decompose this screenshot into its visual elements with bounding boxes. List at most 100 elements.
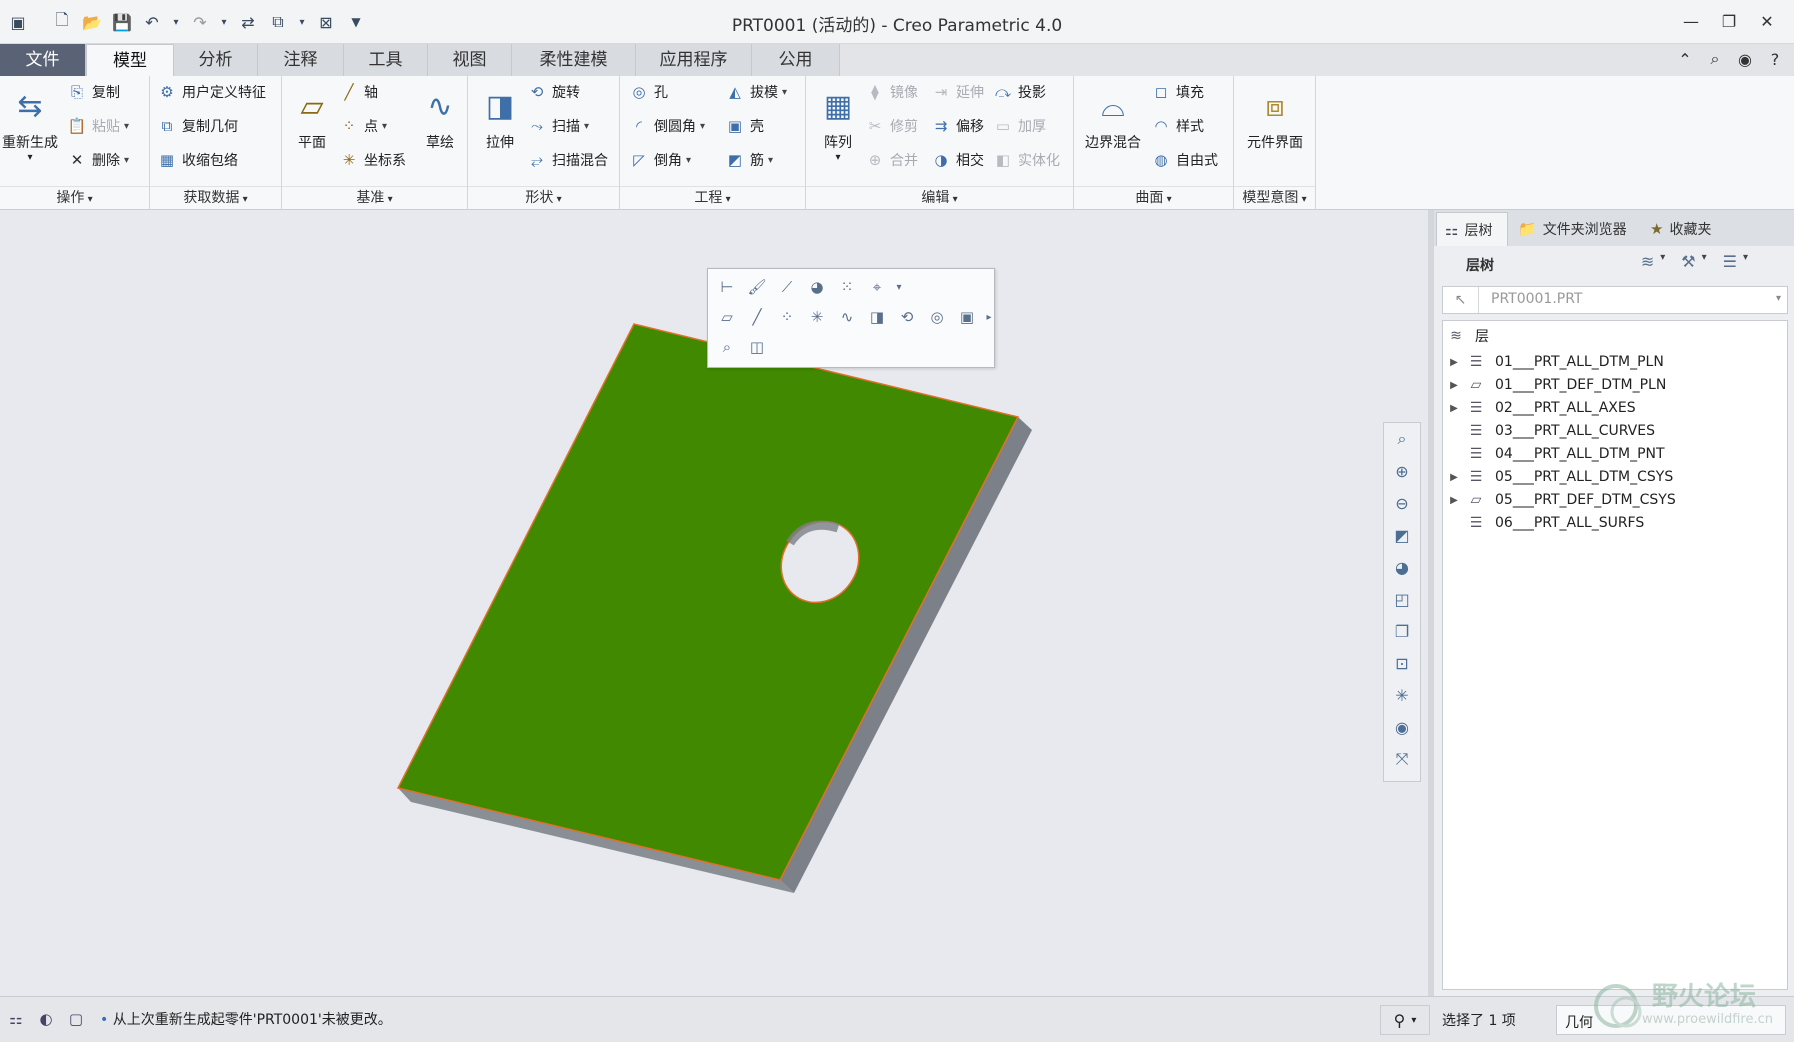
layer-settings-icon[interactable]: ☰ (1723, 252, 1737, 271)
tab-applications[interactable]: 应用程序 (636, 44, 752, 76)
refit-icon[interactable]: ⌕ (1384, 423, 1420, 455)
mini-more-icon[interactable]: ▸ (982, 303, 996, 331)
merge-button[interactable]: ⊕ 合并 (864, 146, 918, 174)
axis-small-icon[interactable]: ╱ (742, 303, 772, 331)
tab-annotate[interactable]: 注释 (258, 44, 344, 76)
regenerate-button[interactable]: ⇆ 重新生成 ▾ (0, 80, 60, 180)
group-datum-label[interactable]: 基准 (282, 186, 467, 208)
tab-view[interactable]: 视图 (428, 44, 512, 76)
component-small-icon[interactable]: ◫ (742, 333, 772, 361)
expand-arrow-icon[interactable]: ▶ (1443, 403, 1465, 414)
repaint-icon[interactable]: ◩ (1384, 519, 1420, 551)
expand-arrow-icon[interactable]: ▶ (1443, 380, 1465, 391)
layer-edit-icon[interactable]: ⚒ (1681, 252, 1695, 271)
close-button[interactable]: ✕ (1748, 8, 1786, 34)
csys-button[interactable]: ✳ 坐标系 (338, 146, 406, 174)
find-button[interactable]: ⚲ ▾ (1380, 1005, 1430, 1035)
group-model-intent-label[interactable]: 模型意图 (1234, 186, 1315, 208)
round-button[interactable]: ◜ 倒圆角 ▾ (628, 112, 705, 140)
fill-button[interactable]: ◻ 填充 (1150, 78, 1204, 106)
pattern-button[interactable]: ▦ 阵列 ▾ (810, 80, 866, 180)
zoom-out-icon[interactable]: ⊖ (1384, 487, 1420, 519)
group-editing-label[interactable]: 编辑 (806, 186, 1073, 208)
project-button[interactable]: ⤼ 投影 (992, 78, 1046, 106)
active-model-selector[interactable]: ↖ PRT0001.PRT ▾ (1442, 286, 1788, 314)
extrude-small-icon[interactable]: ◨ (862, 303, 892, 331)
extend-button[interactable]: ⇥ 延伸 (930, 78, 984, 106)
sketch-small-icon[interactable]: ∿ (832, 303, 862, 331)
paste-button[interactable]: 📋 粘贴 ▾ (66, 112, 129, 140)
draft-button[interactable]: ◭ 拔模 ▾ (724, 78, 787, 106)
nav-toggle-icon[interactable]: ⚏ (4, 1007, 28, 1031)
swept-blend-button[interactable]: ⥂ 扫描混合 (526, 146, 608, 174)
saved-orientations-icon[interactable]: ◰ (1384, 583, 1420, 615)
component-interface-button[interactable]: ⧈ 元件界面 (1238, 80, 1312, 180)
delete-button[interactable]: ✕ 删除 ▾ (66, 146, 129, 174)
solidify-button[interactable]: ◧ 实体化 (992, 146, 1060, 174)
zoom-fit-small-icon[interactable]: ⌕ (712, 333, 742, 361)
tab-tools[interactable]: 工具 (344, 44, 428, 76)
help-icon[interactable]: ? (1764, 48, 1786, 70)
layer-show-dropdown-icon[interactable]: ▾ (1660, 252, 1665, 271)
tree-root[interactable]: ≋ 层 (1443, 323, 1489, 349)
minimize-ribbon-icon[interactable]: ⌃ (1674, 48, 1696, 70)
tab-flexible-modeling[interactable]: 柔性建模 (512, 44, 636, 76)
view-manager-icon[interactable]: ❐ (1384, 615, 1420, 647)
group-shapes-label[interactable]: 形状 (468, 186, 619, 208)
tab-layer-tree[interactable]: ⚏ 层树 (1436, 212, 1508, 246)
shell-small-icon[interactable]: ▣ (952, 303, 982, 331)
pattern-small-icon[interactable]: ⁙ (832, 273, 862, 301)
extrude-button[interactable]: ◨ 拉伸 (472, 80, 528, 180)
tab-model[interactable]: 模型 (86, 44, 174, 76)
copy-button[interactable]: ⎘ 复制 (66, 78, 120, 106)
shade-icon[interactable]: ◕ (802, 273, 832, 301)
style-button[interactable]: ◠ 样式 (1150, 112, 1204, 140)
axis-button[interactable]: ╱ 轴 (338, 78, 378, 106)
shell-button[interactable]: ▣ 壳 (724, 112, 764, 140)
revolve-small-icon[interactable]: ⟲ (892, 303, 922, 331)
hole-small-icon[interactable]: ◎ (922, 303, 952, 331)
point-small-icon[interactable]: ⁘ (772, 303, 802, 331)
chamfer-button[interactable]: ◸ 倒角 ▾ (628, 146, 691, 174)
search-icon[interactable]: ⌕ (1704, 48, 1726, 70)
layer-edit-dropdown-icon[interactable]: ▾ (1702, 252, 1707, 271)
select-filter-icon[interactable]: ⌖ (862, 273, 892, 301)
expand-arrow-icon[interactable]: ▶ (1443, 472, 1465, 483)
plane-button[interactable]: ▱ 平面 (284, 80, 340, 180)
group-operations-label[interactable]: 操作 (0, 186, 149, 208)
tangent-chain-icon[interactable]: ⟋ (772, 273, 802, 301)
layer-show-icon[interactable]: ≋ (1641, 252, 1654, 271)
boundary-blend-button[interactable]: ⌓ 边界混合 (1080, 80, 1146, 180)
point-button[interactable]: ⁘ 点 ▾ (338, 112, 387, 140)
shrinkwrap-button[interactable]: ▦ 收缩包络 (156, 146, 238, 174)
hole-button[interactable]: ◎ 孔 (628, 78, 668, 106)
thicken-button[interactable]: ▭ 加厚 (992, 112, 1046, 140)
tab-favorites[interactable]: ★ 收藏夹 (1642, 212, 1728, 246)
zoom-in-icon[interactable]: ⊕ (1384, 455, 1420, 487)
active-model-dropdown-icon[interactable]: ▾ (1776, 293, 1781, 304)
group-get-data-label[interactable]: 获取数据 (150, 186, 281, 208)
group-surfaces-label[interactable]: 曲面 (1074, 186, 1233, 208)
tab-analysis[interactable]: 分析 (174, 44, 258, 76)
tab-file[interactable]: 文件 (0, 44, 86, 76)
offset-button[interactable]: ⇉ 偏移 (930, 112, 984, 140)
group-engineering-label[interactable]: 工程 (620, 186, 805, 208)
appearance-icon[interactable]: 🖌 (742, 273, 772, 301)
trim-button[interactable]: ✂ 修剪 (864, 112, 918, 140)
datum-display-icon[interactable]: ✳ (1384, 679, 1420, 711)
maximize-button[interactable]: ❐ (1710, 8, 1748, 34)
annotation-display-icon[interactable]: ◉ (1384, 711, 1420, 743)
copy-geometry-button[interactable]: ⧉ 复制几何 (156, 112, 238, 140)
udf-button[interactable]: ⚙ 用户定义特征 (156, 78, 266, 106)
intersect-button[interactable]: ◑ 相交 (930, 146, 984, 174)
dimension-icon[interactable]: ⊢ (712, 273, 742, 301)
perspective-icon[interactable]: ⊡ (1384, 647, 1420, 679)
expand-arrow-icon[interactable]: ▶ (1443, 357, 1465, 368)
community-icon[interactable]: ◉ (1734, 48, 1756, 70)
fullscreen-icon[interactable]: ▢ (64, 1007, 88, 1031)
tree-item[interactable]: ☰ 06___PRT_ALL_SURFS (1443, 510, 1645, 536)
rib-button[interactable]: ◩ 筋 ▾ (724, 146, 773, 174)
minimize-button[interactable]: — (1672, 8, 1710, 34)
tab-common[interactable]: 公用 (752, 44, 840, 76)
mini-dropdown-icon[interactable]: ▾ (892, 273, 906, 301)
